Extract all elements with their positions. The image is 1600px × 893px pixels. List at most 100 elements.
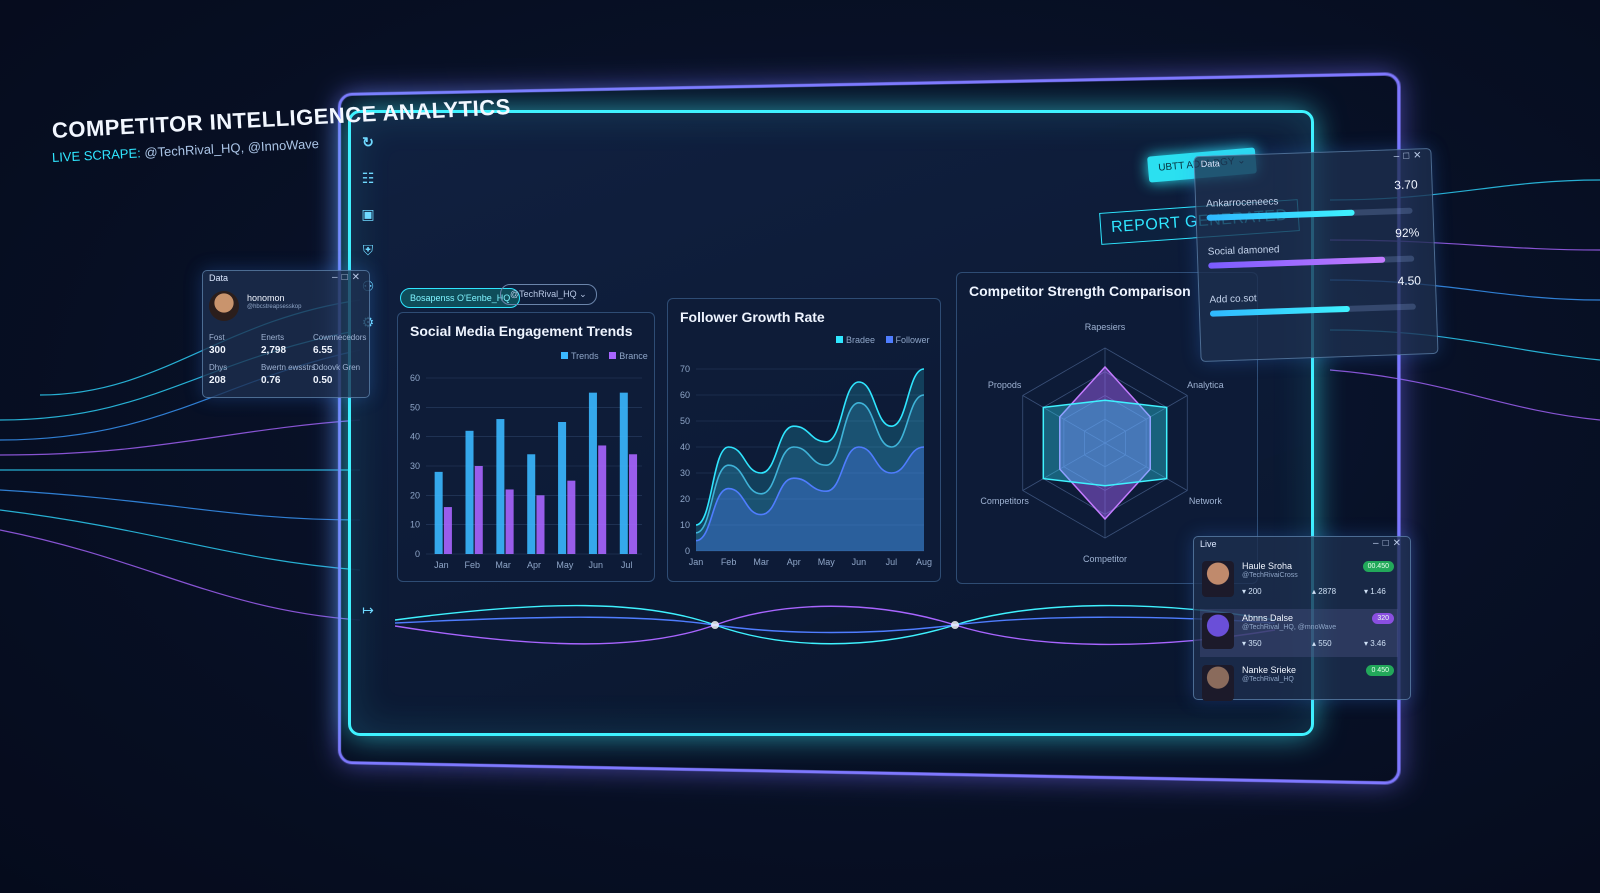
profile-stat: Fost 300 [209, 333, 226, 356]
stat-label: Cownnecedors [313, 333, 367, 342]
stat-label: Dhys [209, 363, 228, 372]
profile-window-title: Data [209, 273, 229, 283]
radar-series [1042, 399, 1168, 487]
profile-window[interactable]: Data –□✕ honomon @hbcstreapsesskop Fost 3… [202, 270, 370, 398]
metric-progress-bar [1208, 255, 1415, 269]
bar-brance [474, 466, 483, 554]
metric-progress-fill [1209, 305, 1351, 317]
metric-value: 92% [1395, 225, 1420, 241]
profile-window-titlebar[interactable]: Data –□✕ [203, 271, 369, 291]
metric-value: 3.70 [1394, 177, 1418, 193]
bar-brance [598, 445, 607, 554]
radar-axis-label: Competitors [980, 496, 1029, 506]
stat-value: 0.76 [261, 375, 281, 386]
bar-trends [496, 419, 505, 554]
engagement-legend: Trends Brance [553, 351, 648, 361]
stat-label: Fost [209, 333, 225, 342]
live-stat-b: ▴ 550 [1312, 639, 1332, 648]
y-tick-label: 40 [680, 442, 690, 452]
y-tick-label: 10 [410, 520, 420, 530]
data-window-title: Data [1200, 158, 1220, 169]
stat-label: Ddoovk Gren [313, 363, 361, 372]
waveform-visual [395, 604, 1275, 646]
window-controls[interactable]: –□✕ [332, 272, 364, 283]
live-name: Haule Sroha [1242, 561, 1293, 571]
sidebar: ↻ ☷ ▣ ⛨ ⚇ ⚙ ↦ [359, 133, 381, 693]
metric-progress-bar [1209, 303, 1416, 317]
live-window-title: Live [1200, 539, 1217, 549]
legend-brance: Brance [619, 351, 648, 361]
status-badge: 320 [1372, 613, 1394, 624]
stat-value: 6.55 [313, 345, 333, 356]
stat-label: Bwertn ewsstrs [261, 363, 316, 372]
radar-axis-label: Competitor [1083, 554, 1127, 564]
x-tick-label: Apr [787, 557, 801, 567]
calendar-icon[interactable]: ▣ [359, 205, 377, 223]
live-list-item[interactable]: Nanke Srieke @TechRival_HQ 0 450 [1200, 661, 1398, 709]
bar-brance [505, 489, 514, 554]
live-window-titlebar[interactable]: Live –□✕ [1194, 537, 1410, 557]
handle-dropdown-label: @TechRival_HQ [510, 289, 577, 299]
logout-icon[interactable]: ↦ [359, 601, 377, 619]
radar-axis-label: Analytica [1187, 380, 1224, 390]
avatar [1202, 665, 1234, 701]
metric-label: Social damoned [1207, 244, 1280, 258]
x-tick-label: Jul [621, 560, 633, 570]
radar-axis-label: Propods [988, 380, 1022, 390]
live-list-item[interactable]: Haule Sroha @TechRivaiCross ▾ 200 ▴ 2878 ▾ 1… [1200, 557, 1398, 605]
y-tick-label: 20 [410, 490, 420, 500]
legend-trends: Trends [571, 351, 599, 361]
engagement-bar-chart: 0 10 20 30 40 50 60 Jan Feb Mar Apr May Jun Jul [410, 373, 642, 570]
live-handle: @TechRivaiCross [1242, 572, 1298, 579]
shield-icon[interactable]: ⛨ [359, 241, 377, 259]
stat-value: 300 [209, 345, 226, 356]
profile-handle: @hbcstreapsesskop [247, 304, 302, 310]
x-tick-label: Aug [916, 557, 932, 567]
logo-icon: ↻ [362, 134, 374, 150]
y-tick-label: 60 [680, 390, 690, 400]
x-tick-label: Jun [852, 557, 867, 567]
growth-legend: Bradee Follower [828, 335, 930, 345]
profile-stat: Bwertn ewsstrs 0.76 [261, 363, 315, 386]
y-tick-label: 70 [680, 364, 690, 374]
x-tick-label: May [818, 557, 836, 567]
growth-panel: Follower Growth Rate Bradee Follower 0 10… [667, 298, 941, 582]
metric-progress-fill [1206, 209, 1355, 221]
window-controls[interactable]: –□✕ [1393, 150, 1425, 162]
x-tick-label: Feb [721, 557, 737, 567]
legend-bradee: Bradee [846, 335, 876, 345]
live-stat-b: ▴ 2878 [1312, 587, 1337, 596]
status-badge: 00.450 [1362, 561, 1394, 572]
y-tick-label: 0 [685, 546, 690, 556]
dashboard-icon[interactable]: ☷ [359, 169, 377, 187]
engagement-panel: Social Media Engagement Trends Trends Br… [397, 312, 655, 582]
stat-value: 0.50 [313, 375, 333, 386]
bar-brance [567, 480, 576, 554]
growth-area-chart: 0 10 20 30 40 50 60 70 Jan Feb Mar Apr May Jun Jul Aug [680, 364, 932, 567]
live-window[interactable]: Live –□✕ Haule Sroha @TechRivaiCross ▾ 200… [1193, 536, 1411, 701]
y-tick-label: 50 [410, 402, 420, 412]
metric-label: Ankarroceneecs [1205, 196, 1279, 210]
y-tick-label: 60 [410, 373, 420, 383]
metric-label: Add co.sot [1209, 293, 1257, 306]
live-list-item[interactable]: Abnns Dalse @TechRival_HQ, @mnoWave ▾ 350 ▴… [1200, 609, 1398, 657]
profile-name: honomon [247, 293, 285, 303]
bar-trends [527, 454, 536, 554]
profile-stat: Enerts 2,798 [261, 333, 286, 356]
growth-title: Follower Growth Rate [680, 309, 825, 325]
chevron-down-icon: ⌄ [579, 289, 587, 299]
x-tick-label: Jan [434, 560, 449, 570]
bar-brance [536, 495, 545, 554]
window-controls[interactable]: –□✕ [1373, 538, 1405, 549]
handle-dropdown[interactable]: @TechRival_HQ ⌄ [500, 284, 597, 305]
radar-axis-label: Rapesiers [1085, 322, 1126, 332]
radar-axis-label: Network [1189, 496, 1223, 506]
y-tick-label: 10 [680, 520, 690, 530]
live-name: Abnns Dalse [1242, 613, 1294, 623]
x-tick-label: Apr [527, 560, 541, 570]
bar-trends [588, 392, 597, 554]
live-stat-c: ▾ 1.46 [1364, 587, 1386, 596]
live-handle: @TechRival_HQ [1242, 676, 1294, 683]
y-tick-label: 50 [680, 416, 690, 426]
data-window[interactable]: Data –□✕ Ankarroceneecs 3.70 Social damone… [1193, 147, 1439, 363]
